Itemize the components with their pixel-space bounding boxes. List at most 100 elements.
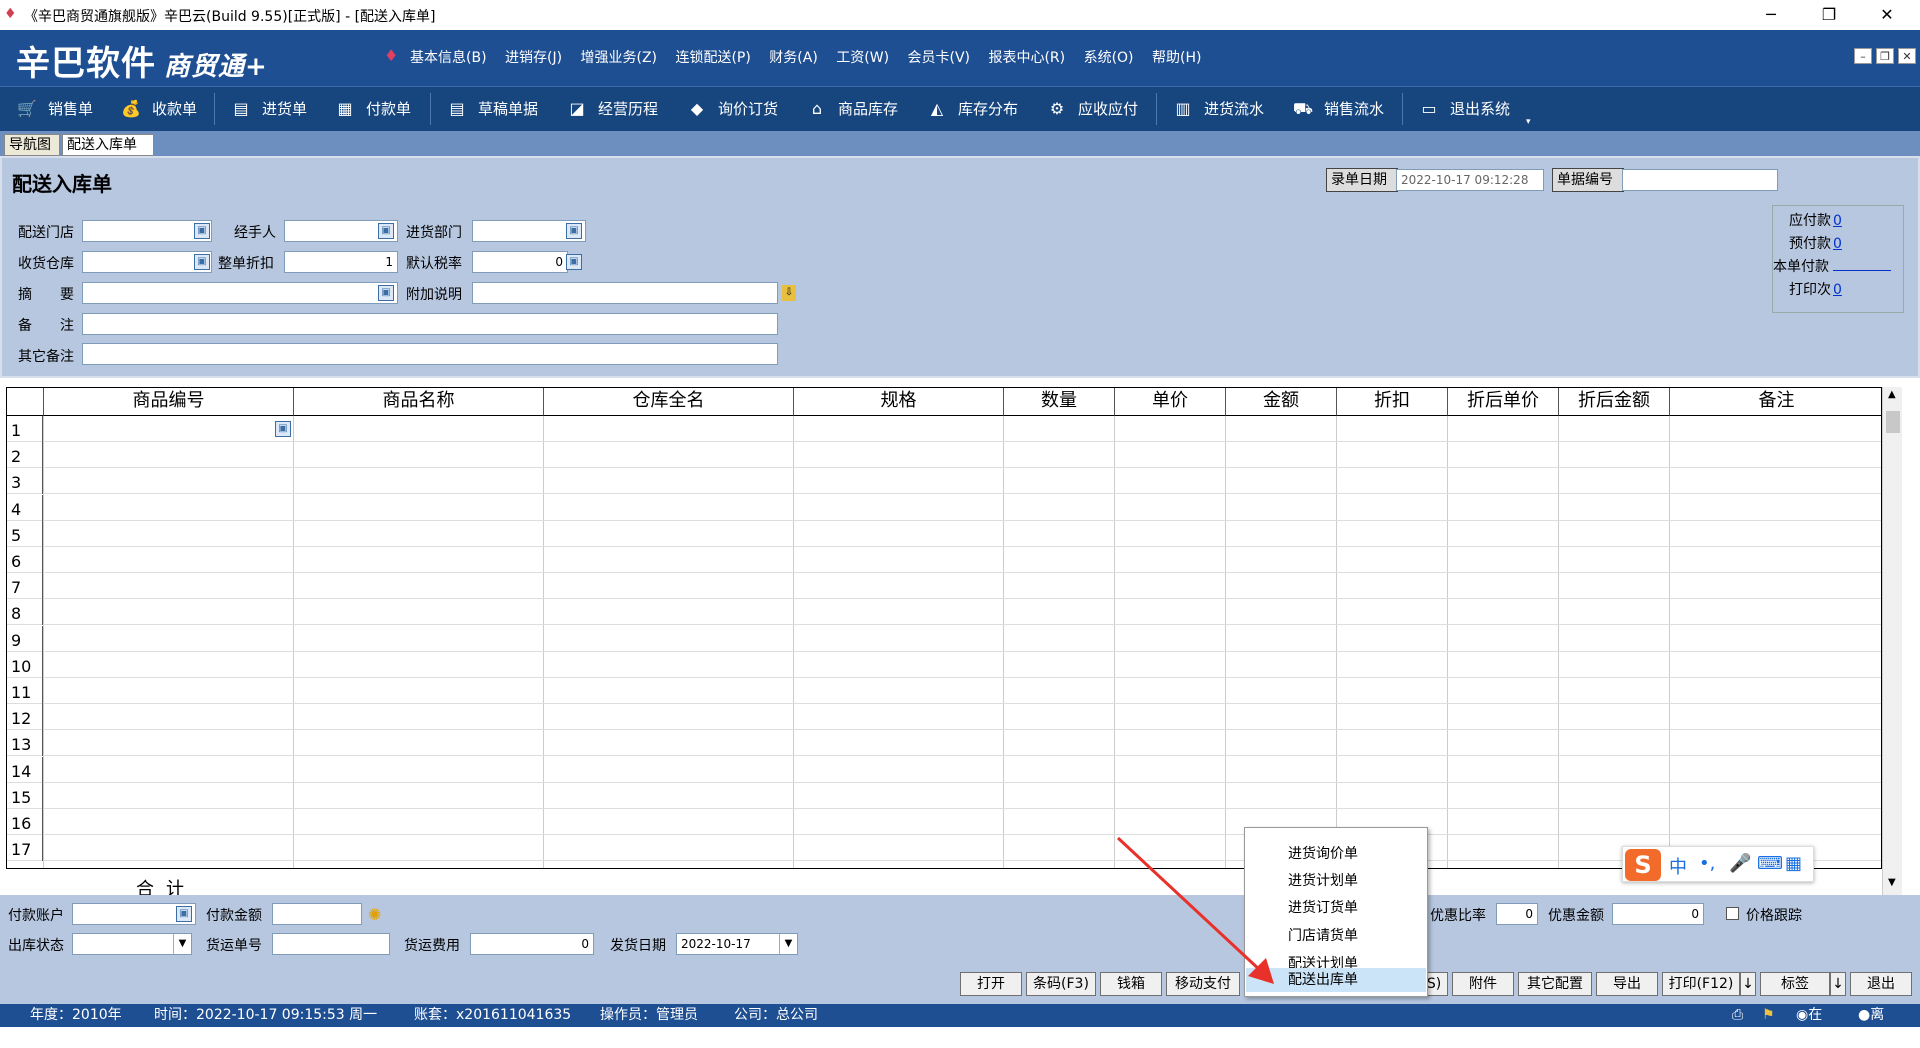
table-row[interactable]: 6 xyxy=(7,547,1881,573)
scroll-down-icon[interactable]: ▼ xyxy=(1888,877,1896,888)
docno-field[interactable] xyxy=(1622,169,1778,191)
grid-scrollbar[interactable]: ▲ ▼ xyxy=(1882,387,1902,895)
keyboard-icon[interactable]: ⌨ xyxy=(1757,853,1783,874)
taxrate-lookup-icon[interactable]: ▣ xyxy=(566,254,582,270)
other-config-button[interactable]: 其它配置 xyxy=(1518,972,1592,996)
toolbar-receivable-payable[interactable]: ⚙ 应收应付 xyxy=(1046,87,1138,131)
barcode-button[interactable]: 条码(F3) xyxy=(1026,972,1096,996)
menu-member-card[interactable]: 会员卡(V) xyxy=(908,50,971,66)
table-row[interactable]: 17 xyxy=(7,835,1881,862)
export-button[interactable]: 导出 xyxy=(1596,972,1658,996)
mdi-close-button[interactable]: ✕ xyxy=(1898,48,1916,64)
discount-rate-field[interactable]: 0 xyxy=(1496,903,1538,925)
col-header-qty[interactable]: 数量 xyxy=(1004,388,1115,416)
cashbox-button[interactable]: 钱箱 xyxy=(1100,972,1162,996)
table-row[interactable]: 3 xyxy=(7,468,1881,495)
menu-item-delivery-out[interactable]: 配送出库单 xyxy=(1246,968,1426,992)
toolbar-payment[interactable]: ▦ 付款单 xyxy=(334,87,411,131)
handler-lookup-icon[interactable]: ▣ xyxy=(378,223,394,239)
exit-button[interactable]: 退出 xyxy=(1850,972,1912,996)
ship-date-select[interactable]: 2022-10-17 ▼ xyxy=(676,933,798,955)
menu-inventory[interactable]: 进销存(J) xyxy=(505,50,562,66)
minimize-button[interactable]: ─ xyxy=(1748,0,1794,30)
menu-basic-info[interactable]: 基本信息(B) xyxy=(410,50,487,66)
menu-enhanced[interactable]: 增强业务(Z) xyxy=(581,50,658,66)
label-button[interactable]: 标签 xyxy=(1760,972,1830,996)
table-row[interactable]: 7 xyxy=(7,573,1881,600)
summary-field[interactable] xyxy=(82,282,398,304)
toolbar-drafts[interactable]: ▤ 草稿单据 xyxy=(446,87,538,131)
code-lookup-icon[interactable]: ▣ xyxy=(275,421,291,437)
pay-account-lookup-icon[interactable]: ▣ xyxy=(176,906,192,922)
close-button[interactable]: ✕ xyxy=(1864,0,1910,30)
menu-system[interactable]: 系统(O) xyxy=(1084,50,1134,66)
toolbar-sales-order[interactable]: 🛒 销售单 xyxy=(16,87,93,131)
out-status-select[interactable]: ▼ xyxy=(72,933,192,955)
warehouse-lookup-icon[interactable]: ▣ xyxy=(194,254,210,270)
mdi-restore-button[interactable]: ❐ xyxy=(1876,48,1894,64)
col-header-price[interactable]: 单价 xyxy=(1115,388,1226,416)
toolbar-overflow-icon[interactable]: ▾ xyxy=(1526,117,1531,127)
table-row[interactable]: 11 xyxy=(7,678,1881,704)
scroll-up-icon[interactable]: ▲ xyxy=(1888,389,1896,400)
menu-help[interactable]: 帮助(H) xyxy=(1152,50,1201,66)
mdi-minimize-button[interactable]: – xyxy=(1854,48,1872,64)
other-remark-field[interactable] xyxy=(82,343,778,365)
toolbar-purchase-flow[interactable]: ▥ 进货流水 xyxy=(1172,87,1264,131)
toolbar-sales-flow[interactable]: ⛟ 销售流水 xyxy=(1292,87,1384,131)
attachment-button[interactable]: 附件 xyxy=(1452,972,1514,996)
warehouse-field[interactable] xyxy=(82,251,212,273)
print-button[interactable]: 打印(F12) xyxy=(1662,972,1740,996)
summary-lookup-icon[interactable]: ▣ xyxy=(378,285,394,301)
microphone-icon[interactable]: 🎤 xyxy=(1729,853,1751,874)
table-row[interactable]: 8 xyxy=(7,599,1881,626)
toolbar-history[interactable]: ◪ 经营历程 xyxy=(566,87,658,131)
tab-delivery-receipt[interactable]: 配送入库单 xyxy=(62,134,154,156)
col-header-remark[interactable]: 备注 xyxy=(1670,388,1881,416)
open-button[interactable]: 打开 xyxy=(960,972,1022,996)
table-row[interactable]: 5 xyxy=(7,520,1881,547)
price-track-checkbox[interactable] xyxy=(1726,907,1739,920)
extra-field[interactable] xyxy=(472,282,778,304)
table-row[interactable]: 10 xyxy=(7,651,1881,678)
punctuation-icon[interactable]: •, xyxy=(1699,853,1715,874)
apps-grid-icon[interactable]: ▦ xyxy=(1785,853,1802,874)
toolbar-stock-distribution[interactable]: ◭ 库存分布 xyxy=(926,87,1018,131)
menu-salary[interactable]: 工资(W) xyxy=(836,50,889,66)
date-dropdown-icon[interactable]: ▼ xyxy=(779,934,797,954)
col-header-code[interactable]: 商品编号 xyxy=(44,388,294,416)
dept-lookup-icon[interactable]: ▣ xyxy=(566,223,582,239)
printer-icon[interactable]: ⎙ xyxy=(1732,1004,1743,1026)
taxrate-field[interactable]: 0 xyxy=(472,251,568,273)
toolbar-purchase-order[interactable]: ▤ 进货单 xyxy=(230,87,307,131)
col-header-warehouse[interactable]: 仓库全名 xyxy=(544,388,794,416)
menu-reports[interactable]: 报表中心(R) xyxy=(988,50,1065,66)
ship-no-field[interactable] xyxy=(272,933,390,955)
table-row[interactable]: 16 xyxy=(7,809,1881,835)
offline-radio[interactable]: ● 离线 xyxy=(1858,1004,1884,1045)
table-row[interactable]: 12 xyxy=(7,704,1881,731)
dropdown-arrow-icon[interactable]: ▼ xyxy=(173,934,191,954)
restore-button[interactable]: ❐ xyxy=(1806,0,1852,30)
table-row[interactable]: 4 xyxy=(7,494,1881,521)
tray-icon[interactable]: ⚑ xyxy=(1762,1004,1775,1026)
date-field[interactable]: 2022-10-17 09:12:28 xyxy=(1396,169,1544,191)
payable-link[interactable]: 0 xyxy=(1833,213,1842,229)
toolbar-inquiry-order[interactable]: ◆ 询价订货 xyxy=(686,87,778,131)
prints-link[interactable]: 0 xyxy=(1833,282,1842,298)
table-row[interactable]: 13 xyxy=(7,730,1881,757)
discount-amount-field[interactable]: 0 xyxy=(1612,903,1704,925)
online-radio[interactable]: ◉ 在线 xyxy=(1796,1004,1822,1045)
store-field[interactable] xyxy=(82,220,212,242)
toolbar-stock[interactable]: ⌂ 商品库存 xyxy=(806,87,898,131)
col-header-discount[interactable]: 折扣 xyxy=(1337,388,1448,416)
scroll-thumb[interactable] xyxy=(1886,411,1900,433)
table-row[interactable]: 9 xyxy=(7,625,1881,652)
menu-item-purchase-inquiry[interactable]: 进货询价单 xyxy=(1246,842,1426,866)
print-dropdown-button[interactable]: ↓ xyxy=(1740,972,1756,996)
ship-fee-field[interactable]: 0 xyxy=(470,933,594,955)
menu-item-store-request[interactable]: 门店请货单 xyxy=(1246,924,1426,948)
coin-icon[interactable]: ✺ xyxy=(368,905,381,924)
extra-expand-icon[interactable]: ⇩ xyxy=(782,285,796,301)
table-row[interactable]: 14 xyxy=(7,756,1881,783)
